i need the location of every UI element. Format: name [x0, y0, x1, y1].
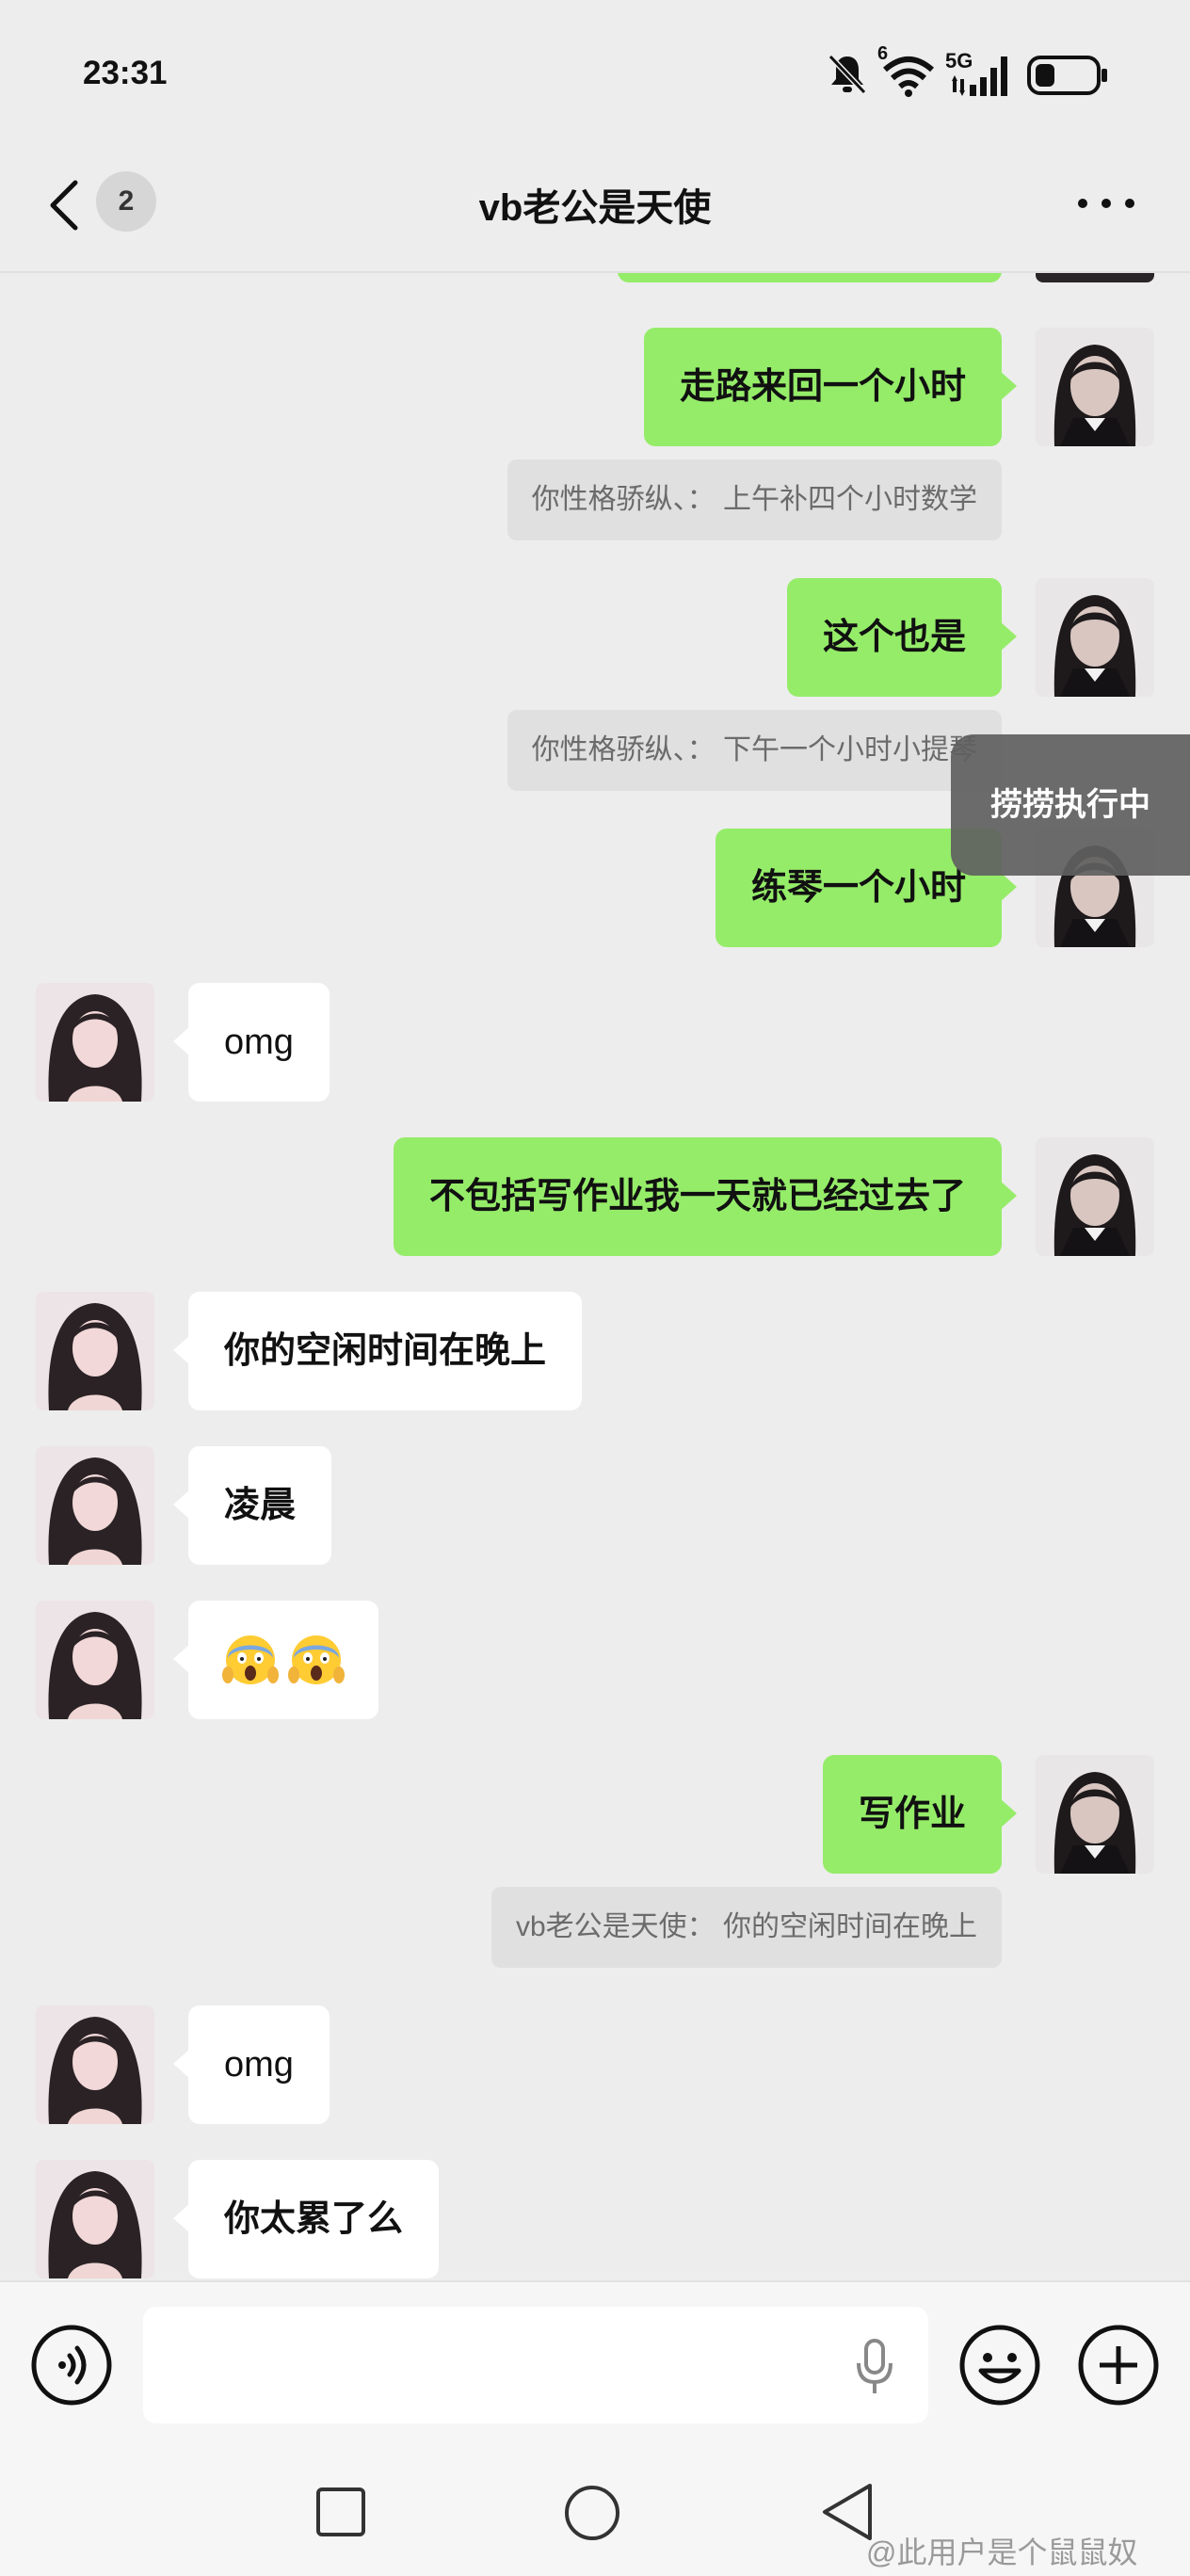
- message-bubble-sent[interactable]: 走路来回一个小时: [643, 328, 1018, 446]
- message-bubble-received[interactable]: omg: [173, 983, 330, 1102]
- message-bubble-sent[interactable]: 不包括写作业我一天就已经过去了: [393, 1137, 1018, 1256]
- signal-5g-icon: [952, 56, 1007, 96]
- avatar-contact[interactable]: [36, 1601, 154, 1719]
- chat-header: 2 vb老公是天使: [0, 141, 1190, 273]
- quoted-message[interactable]: vb老公是天使： 你的空闲时间在晚上: [490, 1887, 1002, 1968]
- chat-title: vb老公是天使: [478, 187, 712, 229]
- microphone-icon[interactable]: [851, 2337, 898, 2397]
- recents-square-icon[interactable]: [314, 2486, 367, 2538]
- avatar-contact[interactable]: [36, 1292, 154, 1410]
- scream-emoji-icon: [222, 1635, 279, 1684]
- scream-emoji-icon: [288, 1635, 345, 1684]
- message-input[interactable]: [143, 2307, 928, 2423]
- emoji-icon[interactable]: [958, 2324, 1041, 2407]
- avatar-contact[interactable]: [36, 983, 154, 1102]
- avatar-me[interactable]: [1036, 578, 1154, 697]
- message-bubble-received[interactable]: omg: [173, 2005, 330, 2124]
- avatar-me[interactable]: [1036, 328, 1154, 446]
- message-bubble-received[interactable]: 凌晨: [172, 1446, 332, 1565]
- weibo-watermark: @此用户是个鼠鼠奴: [866, 2536, 1138, 2569]
- more-dots-icon[interactable]: [1073, 192, 1139, 215]
- message-bubble-received[interactable]: 😱😱: [173, 1601, 378, 1719]
- avatar-contact[interactable]: [36, 2160, 154, 2278]
- wifi-superscript: 6: [877, 43, 889, 64]
- avatar-partial: [1036, 273, 1154, 282]
- quoted-message[interactable]: 你性格骄纵、： 下午一个小时小提琴: [507, 710, 1002, 791]
- avatar-contact[interactable]: [36, 1446, 154, 1565]
- partial-bubble: [618, 273, 1002, 282]
- mute-bell-icon: [828, 54, 867, 95]
- status-bar: 23:31 6 5G: [0, 0, 1190, 141]
- message-bubble-received[interactable]: 你太累了么: [172, 2160, 440, 2278]
- message-bubble-received[interactable]: 你的空闲时间在晚上: [172, 1292, 583, 1410]
- plus-icon[interactable]: [1077, 2324, 1160, 2407]
- message-list[interactable]: 走路来回一个小时 你性格骄纵、： 上午补四个小时数学 这个也是 你性格骄纵、： …: [0, 273, 1190, 2280]
- avatar-contact[interactable]: [36, 2005, 154, 2124]
- avatar-me[interactable]: [1036, 1137, 1154, 1256]
- avatar-me[interactable]: [1036, 1755, 1154, 1874]
- voice-toggle-icon[interactable]: [30, 2324, 113, 2407]
- status-time: 23:31: [83, 55, 168, 91]
- quoted-message[interactable]: 你性格骄纵、： 上午补四个小时数学: [507, 459, 1002, 540]
- wifi-icon: [883, 56, 934, 97]
- input-bar: [0, 2280, 1190, 2450]
- message-bubble-sent[interactable]: 这个也是: [786, 578, 1018, 697]
- floating-status-pill[interactable]: 捞捞执行中: [951, 734, 1190, 876]
- battery-icon: [1027, 56, 1107, 95]
- message-bubble-sent[interactable]: 写作业: [822, 1755, 1018, 1874]
- home-circle-icon[interactable]: [563, 2484, 621, 2542]
